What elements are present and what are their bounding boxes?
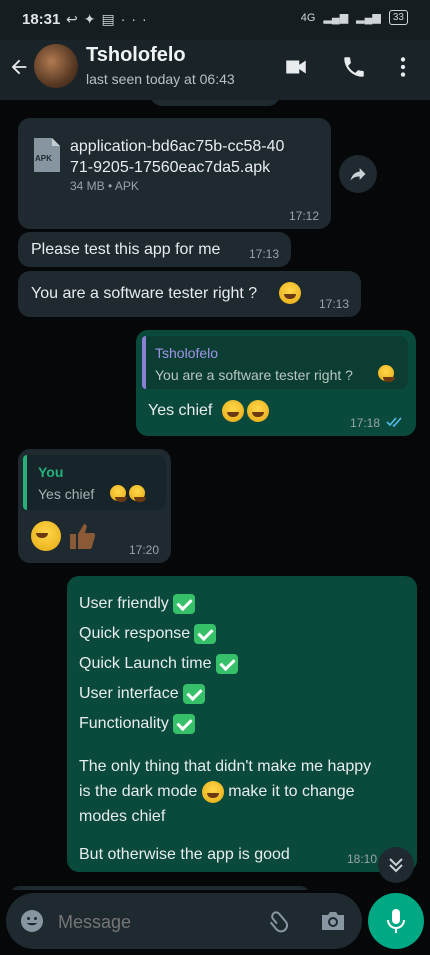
check-icon (194, 623, 217, 644)
message-paragraph: The only thing that didn't make me happy… (79, 758, 372, 825)
checklist-item: User friendly (79, 589, 238, 619)
file-name-line2: 71-9205-17560eac7da5.apk (70, 159, 271, 176)
laughing-emoji-icon (110, 485, 127, 502)
file-name-line1: application-bd6ac75b-cc58-40 (70, 138, 285, 155)
laughing-emoji-icon (222, 400, 244, 422)
quote-text: You are a software tester right ? (155, 367, 353, 383)
chat-header: Tsholofelo last seen today at 06:43 (0, 40, 430, 100)
network-label: 4G (300, 11, 316, 24)
check-icon (172, 593, 195, 614)
outgoing-message[interactable]: Tsholofelo You are a software tester rig… (136, 330, 416, 436)
more-options-icon[interactable] (390, 54, 416, 80)
signal2-icon: ▂▄▆ (356, 12, 381, 24)
back-arrow-icon[interactable] (8, 56, 30, 78)
status-bar: 18:31 ↩✦▤··· 4G ▂▄▆ ▂▄▆ 33 (0, 0, 430, 40)
emoji-icon[interactable] (20, 909, 44, 933)
check-icon (215, 653, 238, 674)
checklist-item: Functionality (79, 709, 238, 739)
quote-author: Tsholofelo (155, 345, 219, 361)
scroll-down-button[interactable] (378, 847, 414, 883)
partial-message (150, 100, 280, 106)
avatar[interactable] (34, 44, 78, 88)
outgoing-message[interactable]: User friendly Quick response Quick Launc… (67, 576, 417, 872)
quote-author: You (38, 464, 64, 480)
message-text: Yes chief (148, 402, 213, 419)
grinning-sweat-emoji-icon (31, 521, 61, 551)
notification-icons: ↩✦▤··· (66, 11, 153, 28)
file-message[interactable]: APK application-bd6ac75b-cc58-40 71-9205… (18, 118, 331, 229)
incoming-message[interactable]: Please test this app for me 17:13 (18, 232, 291, 267)
message-text: Please test this app for me (31, 241, 221, 258)
twitter-icon: ✦ (83, 11, 102, 27)
grinning-sweat-emoji-icon (378, 365, 395, 382)
quote-bar (142, 336, 146, 389)
check-icon (182, 683, 205, 704)
message-text: You are a software tester right ? (31, 285, 258, 302)
laughing-emoji-icon (201, 780, 224, 803)
last-seen: last seen today at 06:43 (86, 71, 235, 87)
partial-message (10, 886, 310, 890)
checklist-item: Quick Launch time (79, 649, 238, 679)
message-input[interactable] (56, 907, 250, 937)
camera-icon[interactable] (320, 909, 346, 933)
news-icon: ▤ (101, 11, 121, 27)
video-call-icon[interactable] (283, 54, 309, 80)
checklist-item: User interface (79, 679, 238, 709)
message-composer[interactable] (6, 893, 362, 949)
phone-call-icon[interactable] (341, 54, 367, 80)
quote-text: Yes chief (38, 486, 95, 502)
message-time: 18:10 (346, 852, 377, 866)
forward-icon (350, 168, 366, 181)
laughing-emoji-icon (129, 485, 146, 502)
message-time: 17:13 (248, 247, 279, 261)
apk-badge: APK (35, 154, 52, 163)
laughing-emoji-icon (247, 400, 269, 422)
check-icon (172, 713, 195, 734)
attach-icon[interactable] (268, 909, 292, 933)
incoming-message[interactable]: You are a software tester right ? 17:13 (18, 271, 361, 317)
status-time: 18:31 (22, 11, 61, 28)
signal-icon: ▂▄▆ (323, 12, 349, 24)
forward-button[interactable] (339, 155, 377, 193)
read-ticks-icon (386, 417, 402, 428)
file-meta: 34 MB • APK (70, 179, 139, 193)
checklist: User friendly Quick response Quick Launc… (79, 589, 238, 739)
more-notifications-icon: ··· (120, 11, 153, 27)
message-time: 17:13 (318, 297, 349, 311)
message-time: 17:18 (349, 416, 380, 430)
double-chevron-down-icon (389, 858, 403, 873)
contact-name[interactable]: Tsholofelo (86, 44, 186, 67)
status-right: 4G ▂▄▆ ▂▄▆ 33 (301, 10, 408, 25)
quote-bar (23, 455, 27, 510)
checklist-item: Quick response (79, 619, 238, 649)
microphone-icon (387, 909, 405, 933)
battery-icon: 33 (388, 10, 408, 25)
quoted-message[interactable]: You Yes chief (23, 455, 166, 510)
missed-call-icon: ↩ (66, 11, 84, 27)
message-time: 17:20 (128, 543, 159, 557)
voice-record-button[interactable] (368, 893, 424, 949)
message-time: 17:12 (288, 209, 319, 223)
chat-area[interactable]: APK application-bd6ac75b-cc58-40 71-9205… (0, 100, 430, 890)
quoted-message[interactable]: Tsholofelo You are a software tester rig… (142, 336, 408, 389)
incoming-message[interactable]: You Yes chief 17:20 (18, 449, 171, 563)
thumbs-up-icon (70, 524, 96, 549)
grinning-sweat-emoji-icon (279, 282, 301, 304)
message-paragraph: But otherwise the app is good (79, 846, 290, 863)
file-name: application-bd6ac75b-cc58-40 71-9205-175… (70, 136, 284, 178)
